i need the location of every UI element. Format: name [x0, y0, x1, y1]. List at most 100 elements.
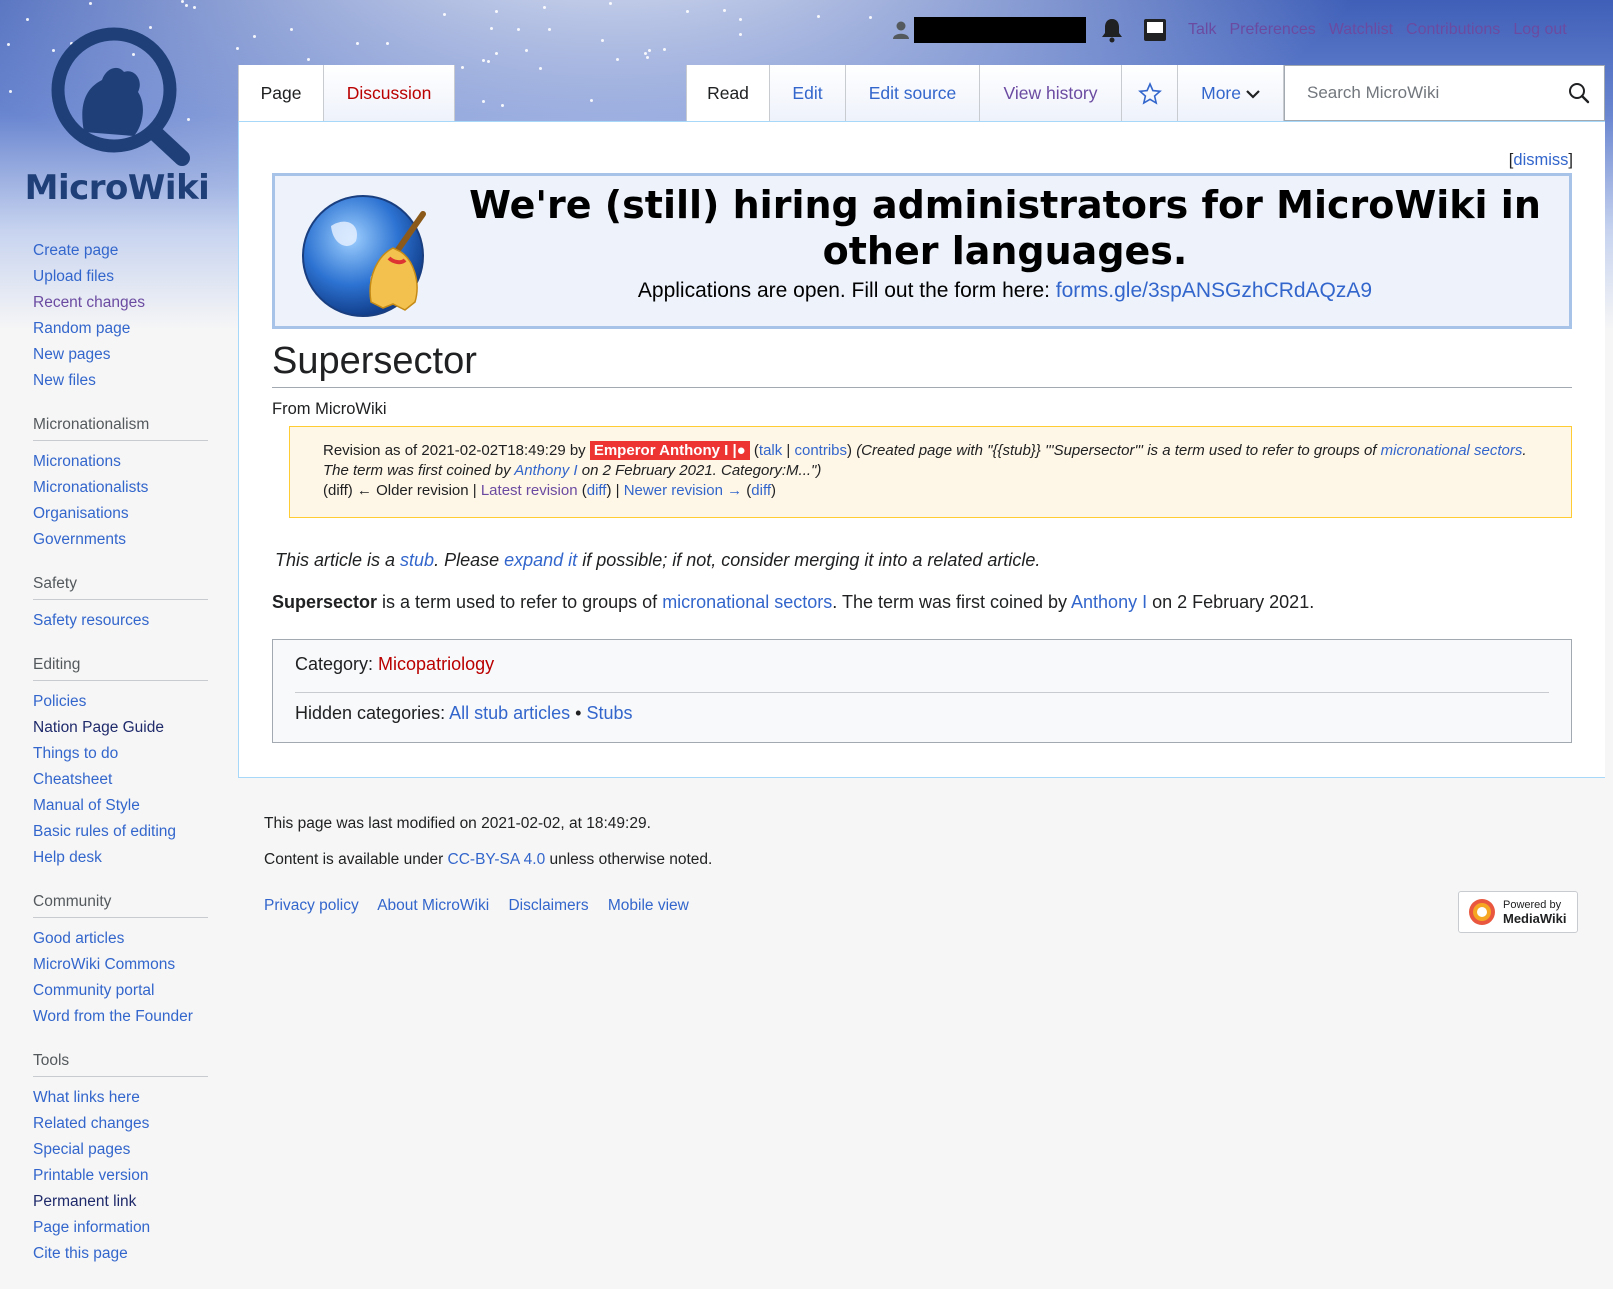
sidebar-item-microwiki-commons[interactable]: MicroWiki Commons	[33, 956, 175, 973]
sidebar-item-new-pages[interactable]: New pages	[33, 346, 111, 363]
globe-broom-icon	[302, 195, 426, 317]
lead-link-anthony[interactable]: Anthony I	[1071, 592, 1147, 612]
search-box	[1284, 65, 1605, 121]
footer-link-about[interactable]: About MicroWiki	[377, 897, 489, 914]
sidebar-item-good-articles[interactable]: Good articles	[33, 930, 124, 947]
star-icon	[1137, 82, 1162, 106]
tab-page[interactable]: Page	[238, 65, 324, 121]
more-menu-button[interactable]: More	[1178, 65, 1284, 121]
tab-edit-source[interactable]: Edit source	[846, 65, 980, 121]
lead-text-3: on 2 February 2021.	[1147, 592, 1315, 612]
sidebar-item-printable-version[interactable]: Printable version	[33, 1167, 148, 1184]
header-star	[548, 28, 551, 31]
sidebar-item-page-information[interactable]: Page information	[33, 1219, 150, 1236]
portal-heading: Community	[33, 893, 208, 918]
latest-diff-link[interactable]: diff	[587, 482, 607, 499]
sidebar-item-community-portal[interactable]: Community portal	[33, 982, 154, 999]
portal-heading: Editing	[33, 656, 208, 681]
sidebar-item-related-changes[interactable]: Related changes	[33, 1115, 149, 1132]
sidebar-item-help-desk[interactable]: Help desk	[33, 849, 102, 866]
sidebar-item-create-page[interactable]: Create page	[33, 242, 118, 259]
revision-user-name: Emperor Anthony I	[593, 442, 729, 459]
search-icon[interactable]	[1568, 82, 1590, 104]
footer-license: Content is available under CC-BY-SA 4.0 …	[264, 851, 712, 869]
sidebar-item-recent-changes[interactable]: Recent changes	[33, 294, 145, 311]
sidebar-item-random-page[interactable]: Random page	[33, 320, 130, 337]
stub-text-1: This article is a	[275, 550, 401, 570]
username-redacted[interactable]	[914, 17, 1086, 43]
category-label: Category:	[295, 654, 379, 674]
sidebar-item-permanent-link[interactable]: Permanent link	[33, 1193, 136, 1210]
lead-link-sectors[interactable]: micronational sectors	[662, 592, 832, 612]
sidebar-item-what-links-here[interactable]: What links here	[33, 1089, 140, 1106]
revision-contribs-link[interactable]: contribs	[794, 442, 847, 459]
revision-talk-link[interactable]: talk	[759, 442, 782, 459]
tab-read[interactable]: Read	[686, 65, 770, 121]
revision-summary-link-sectors[interactable]: micronational sectors	[1381, 442, 1523, 459]
dismiss-link[interactable]: dismiss	[1513, 151, 1568, 169]
sidebar-item-cite-this-page[interactable]: Cite this page	[33, 1245, 128, 1262]
article-lead: Supersector is a term used to refer to g…	[272, 592, 1314, 613]
category-link-all-stub-articles[interactable]: All stub articles	[449, 703, 570, 723]
portal-heading: Tools	[33, 1052, 208, 1077]
newer-revision-link[interactable]: Newer revision →	[624, 482, 742, 499]
sidebar-item-special-pages[interactable]: Special pages	[33, 1141, 130, 1158]
header-star	[648, 49, 651, 52]
personal-link-logout[interactable]: Log out	[1513, 21, 1566, 39]
more-label: More	[1201, 83, 1241, 103]
sidebar-item-manual-of-style[interactable]: Manual of Style	[33, 797, 140, 814]
powered-by-mediawiki-badge[interactable]: Powered by MediaWiki	[1458, 891, 1578, 933]
sidebar-item-micronations[interactable]: Micronations	[33, 453, 121, 470]
stub-link[interactable]: stub	[400, 550, 434, 570]
sidebar: Create page Upload files Recent changes …	[33, 238, 213, 1289]
tab-edit[interactable]: Edit	[770, 65, 846, 121]
category-link-micopatriology[interactable]: Micopatriology	[378, 654, 494, 674]
portal-heading: Safety	[33, 575, 208, 600]
sidebar-item-cheatsheet[interactable]: Cheatsheet	[33, 771, 112, 788]
sidebar-item-upload-files[interactable]: Upload files	[33, 268, 114, 285]
header-star	[482, 100, 485, 103]
search-input[interactable]	[1285, 82, 1568, 104]
sidebar-item-policies[interactable]: Policies	[33, 693, 86, 710]
header-star	[482, 59, 485, 62]
sidebar-item-governments[interactable]: Governments	[33, 531, 126, 548]
older-revision-label: ← Older revision	[356, 482, 469, 499]
latest-revision-link[interactable]: Latest revision	[481, 482, 578, 499]
tab-discussion[interactable]: Discussion	[324, 65, 455, 121]
sidebar-portal-community: Community Good articles MicroWiki Common…	[33, 893, 213, 1030]
sidebar-item-things-to-do[interactable]: Things to do	[33, 745, 118, 762]
sidebar-item-micronationalists[interactable]: Micronationalists	[33, 479, 148, 496]
header-star	[739, 18, 742, 21]
sidebar-item-new-files[interactable]: New files	[33, 372, 96, 389]
expand-link[interactable]: expand it	[504, 550, 577, 570]
category-link-stubs[interactable]: Stubs	[587, 703, 633, 723]
header-star	[817, 15, 820, 18]
tab-view-history[interactable]: View history	[980, 65, 1122, 121]
personal-link-watchlist[interactable]: Watchlist	[1329, 21, 1393, 39]
sidebar-item-safety-resources[interactable]: Safety resources	[33, 612, 149, 629]
lead-text-2: . The term was first coined by	[832, 592, 1072, 612]
license-link[interactable]: CC-BY-SA 4.0	[448, 851, 546, 868]
footer-link-disclaimers[interactable]: Disclaimers	[508, 897, 588, 914]
sidebar-item-organisations[interactable]: Organisations	[33, 505, 129, 522]
license-prefix: Content is available under	[264, 851, 448, 868]
notice-form-link[interactable]: forms.gle/3spANSGzhCRdAQzA9	[1056, 279, 1372, 302]
personal-link-talk[interactable]: Talk	[1188, 21, 1216, 39]
header-star	[495, 10, 498, 13]
sidebar-item-basic-rules[interactable]: Basic rules of editing	[33, 823, 176, 840]
personal-link-preferences[interactable]: Preferences	[1229, 21, 1315, 39]
footer-link-mobile-view[interactable]: Mobile view	[608, 897, 689, 914]
inbox-icon[interactable]	[1142, 17, 1168, 43]
sidebar-item-nation-page-guide[interactable]: Nation Page Guide	[33, 719, 164, 736]
notifications-bell-icon[interactable]	[1100, 17, 1124, 43]
newer-diff-link[interactable]: diff	[751, 482, 771, 499]
sidebar-item-word-from-founder[interactable]: Word from the Founder	[33, 1008, 193, 1025]
watch-star-button[interactable]	[1122, 65, 1178, 121]
footer-link-privacy[interactable]: Privacy policy	[264, 897, 359, 914]
site-logo-text[interactable]: MicroWiki	[22, 168, 212, 208]
revision-summary-link-anthony[interactable]: Anthony I	[514, 462, 577, 479]
header-star	[461, 66, 464, 69]
header-star	[356, 42, 359, 45]
revision-user-link[interactable]: Emperor Anthony I |●	[589, 441, 750, 460]
personal-link-contributions[interactable]: Contributions	[1406, 21, 1500, 39]
